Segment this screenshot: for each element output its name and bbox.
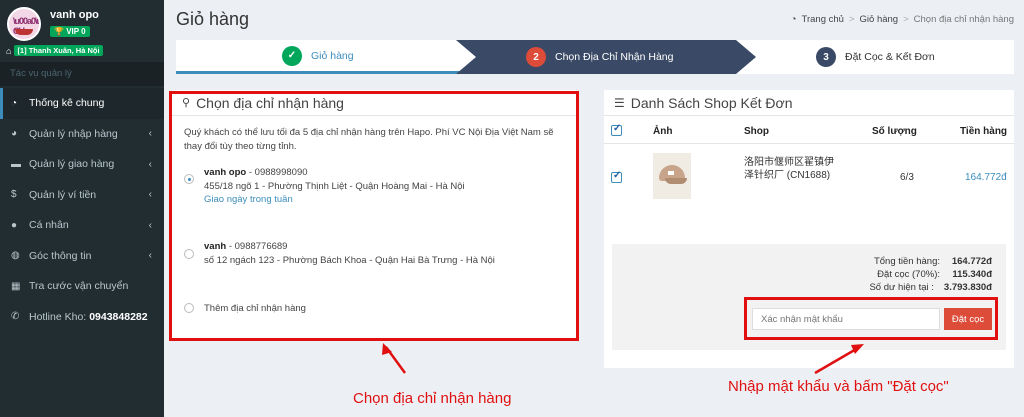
annotation-arrows <box>382 343 864 375</box>
annotation-text-address: Chọn địa chỉ nhận hàng <box>353 390 512 407</box>
annotation-text-password: Nhập mật khẩu và bấm "Đặt cọc" <box>728 378 949 395</box>
